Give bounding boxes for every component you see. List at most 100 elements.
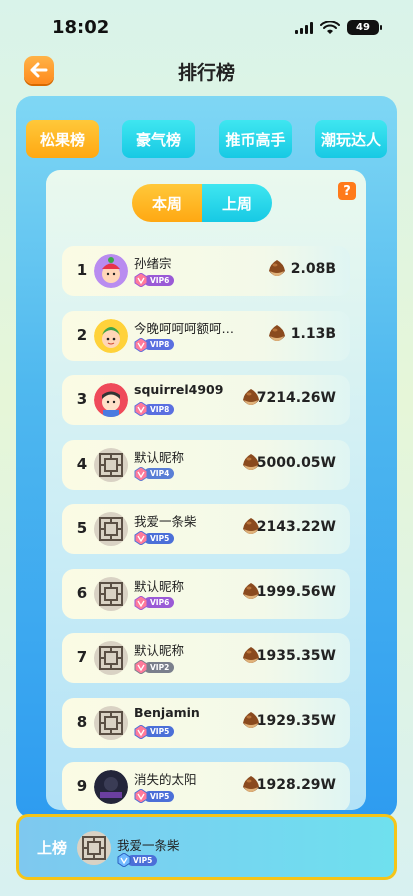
cellular-signal-icon xyxy=(295,21,313,34)
vip-level: VIP5 xyxy=(144,790,175,802)
wifi-icon xyxy=(320,20,340,34)
user-avatar[interactable] xyxy=(94,318,128,353)
score-value: 2.08B xyxy=(290,261,336,277)
rank-number: 5 xyxy=(76,519,88,537)
tab-label: 推币高手 xyxy=(225,130,286,149)
ranking-row[interactable]: 8 Benjamin VIP5 1929.35W xyxy=(62,697,350,748)
my-name: 我爱一条柴 xyxy=(117,838,180,853)
period-last-week[interactable]: 上周 xyxy=(202,184,272,222)
user-name: 孙绪宗 xyxy=(134,256,172,271)
user-name: 默认昵称 xyxy=(134,449,185,465)
vip-badge: VIP8 xyxy=(134,337,175,352)
ranking-row[interactable]: 1 孙绪宗 VIP6 2.08B xyxy=(62,246,350,296)
vip-gem-icon xyxy=(134,402,148,416)
user-avatar[interactable] xyxy=(94,383,128,417)
vip-gem-icon xyxy=(117,853,131,867)
tab-label: 潮玩达人 xyxy=(320,130,381,149)
tab-trendy-toys[interactable]: 潮玩达人 xyxy=(315,120,387,158)
score-value: 1.13B xyxy=(290,325,336,342)
vip-gem-icon xyxy=(134,337,148,352)
score-value: 7214.26W xyxy=(256,390,336,406)
status-time: 18:02 xyxy=(52,17,110,38)
my-avatar[interactable] xyxy=(77,831,111,865)
my-rank-bar[interactable]: 上榜 我爱一条柴 VIP5 xyxy=(16,814,397,880)
ranking-row[interactable]: 9 消失的太阳 VIP5 1928.29W xyxy=(62,762,350,810)
rank-number: 8 xyxy=(76,712,88,731)
vip-gem-icon xyxy=(134,595,148,610)
vip-level: VIP5 xyxy=(144,726,175,737)
page-title: 排行榜 xyxy=(177,62,235,84)
vip-gem-icon xyxy=(134,724,148,739)
rank-number: 3 xyxy=(76,390,88,408)
user-avatar[interactable] xyxy=(94,447,128,482)
vip-badge: VIP5 xyxy=(134,531,175,545)
vip-level: VIP6 xyxy=(144,274,175,286)
ranking-row[interactable]: 4 默认昵称 VIP4 5000.05W xyxy=(62,439,350,490)
vip-badge: VIP6 xyxy=(134,273,175,287)
user-name: squirrel4909 xyxy=(134,382,224,397)
vip-gem-icon xyxy=(134,273,148,287)
status-icons: 49 xyxy=(295,20,382,35)
rank-number: 2 xyxy=(76,325,88,344)
vip-gem-icon xyxy=(134,531,148,545)
user-avatar[interactable] xyxy=(94,254,128,288)
ranking-row[interactable]: 5 我爱一条柴 VIP5 2143.22W xyxy=(62,504,350,554)
score-value: 1999.56W xyxy=(256,583,336,600)
tab-coin-pusher[interactable]: 推币高手 xyxy=(219,120,292,158)
vip-gem-icon xyxy=(134,466,148,481)
score-value: 1929.35W xyxy=(256,712,336,729)
chestnut-icon xyxy=(267,259,287,277)
vip-level: VIP5 xyxy=(127,854,158,866)
battery-level: 49 xyxy=(356,22,370,33)
tab-label: 松果榜 xyxy=(39,130,85,149)
user-name: 默认昵称 xyxy=(134,578,185,594)
rank-number: 4 xyxy=(76,454,88,473)
ranking-row[interactable]: 6 默认昵称 VIP6 1999.56W xyxy=(62,568,350,619)
user-avatar[interactable] xyxy=(94,576,128,611)
user-avatar[interactable] xyxy=(94,641,128,675)
ranking-row[interactable]: 3 squirrel4909 VIP8 7214.26W xyxy=(62,375,350,425)
ranking-row[interactable]: 7 默认昵称 VIP2 1935.35W xyxy=(62,633,350,683)
user-name: Benjamin xyxy=(134,704,200,720)
vip-badge: VIP5 xyxy=(134,724,175,739)
leaderboard-panel: 松果榜 豪气榜 推币高手 潮玩达人 本周 上周 ? 1 孙绪宗 VIP6 2.08B 2… xyxy=(16,96,397,818)
my-vip-badge: VIP5 xyxy=(117,853,158,867)
ranking-card: 本周 上周 ? 1 孙绪宗 VIP6 2.08B 2 今晚呵呵呵额呵… VIP8 1.13B 3… xyxy=(46,170,366,810)
user-avatar[interactable] xyxy=(94,770,128,804)
user-name: 今晚呵呵呵额呵… xyxy=(134,320,235,336)
rank-number: 1 xyxy=(76,261,88,279)
status-bar: 18:02 49 xyxy=(0,0,413,52)
vip-badge: VIP5 xyxy=(134,789,175,803)
score-value: 1935.35W xyxy=(256,648,336,664)
vip-level: VIP5 xyxy=(144,532,175,544)
user-avatar[interactable] xyxy=(94,512,128,546)
tab-label: 豪气榜 xyxy=(135,130,181,149)
vip-badge: VIP4 xyxy=(134,466,175,481)
score-value: 1928.29W xyxy=(256,777,336,793)
score-value: 2143.22W xyxy=(256,519,336,535)
vip-level: VIP8 xyxy=(144,403,175,415)
tab-generous[interactable]: 豪气榜 xyxy=(122,120,195,158)
vip-level: VIP8 xyxy=(144,339,175,350)
vip-level: VIP2 xyxy=(144,661,175,673)
leaderboard-tabs: 松果榜 豪气榜 推币高手 潮玩达人 xyxy=(26,120,387,158)
vip-level: VIP4 xyxy=(144,468,175,479)
my-rank-label: 上榜 xyxy=(37,839,68,857)
user-name: 我爱一条柴 xyxy=(134,514,197,529)
rank-number: 6 xyxy=(76,583,88,602)
user-name: 默认昵称 xyxy=(134,643,185,658)
vip-badge: VIP2 xyxy=(134,660,175,674)
vip-level: VIP6 xyxy=(144,597,175,608)
period-toggle: 本周 上周 xyxy=(132,184,272,222)
chestnut-icon xyxy=(267,324,287,342)
vip-gem-icon xyxy=(134,660,148,674)
period-this-week[interactable]: 本周 xyxy=(132,184,202,222)
vip-gem-icon xyxy=(134,789,148,803)
tab-pinecone[interactable]: 松果榜 xyxy=(26,120,99,158)
vip-badge: VIP6 xyxy=(134,595,175,610)
user-avatar[interactable] xyxy=(94,705,128,740)
default-avatar-icon xyxy=(77,831,111,865)
question-icon[interactable]: ? xyxy=(338,182,356,200)
ranking-row[interactable]: 2 今晚呵呵呵额呵… VIP8 1.13B xyxy=(62,310,350,361)
rank-number: 9 xyxy=(76,777,88,795)
